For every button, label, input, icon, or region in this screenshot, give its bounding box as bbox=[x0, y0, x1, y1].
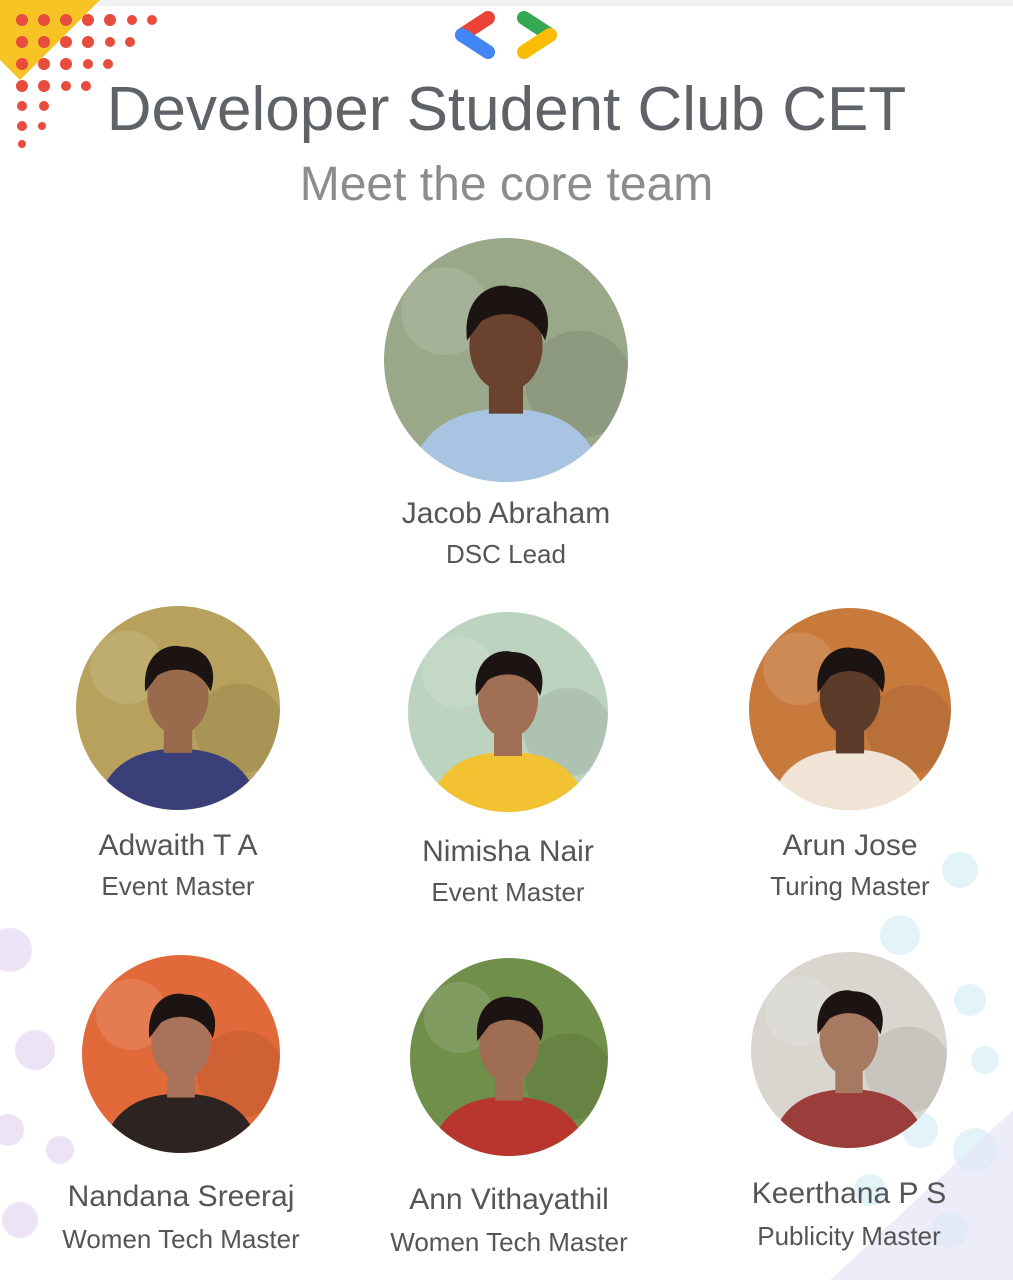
member-card-adwaith-t-a: Adwaith T A Event Master bbox=[48, 606, 308, 902]
dsc-brackets-logo-icon bbox=[455, 11, 557, 59]
member-name: Adwaith T A bbox=[98, 829, 258, 862]
avatar bbox=[410, 958, 608, 1156]
member-role: DSC Lead bbox=[446, 539, 566, 569]
member-name: Nandana Sreeraj bbox=[67, 1180, 295, 1213]
member-card-keerthana-p-s: Keerthana P S Publicity Master bbox=[718, 952, 980, 1252]
avatar bbox=[751, 952, 947, 1148]
member-card-ann-vithayathil: Ann Vithayathil Women Tech Master bbox=[366, 958, 652, 1258]
person-photo-icon bbox=[408, 612, 608, 812]
member-role: Event Master bbox=[101, 871, 255, 901]
person-photo-icon bbox=[410, 958, 608, 1156]
member-name: Jacob Abraham bbox=[401, 497, 611, 530]
person-photo-icon bbox=[751, 952, 947, 1148]
avatar bbox=[749, 608, 951, 810]
member-card-nimisha-nair: Nimisha Nair Event Master bbox=[378, 612, 638, 908]
member-card-jacob-abraham: Jacob Abraham DSC Lead bbox=[368, 238, 644, 570]
member-name: Keerthana P S bbox=[751, 1177, 947, 1210]
person-photo-icon bbox=[82, 955, 280, 1153]
member-name: Ann Vithayathil bbox=[409, 1183, 609, 1216]
member-role: Women Tech Master bbox=[390, 1227, 628, 1257]
member-name: Nimisha Nair bbox=[422, 835, 594, 868]
member-role: Publicity Master bbox=[757, 1221, 941, 1251]
person-photo-icon bbox=[384, 238, 628, 482]
member-name: Arun Jose bbox=[782, 829, 918, 862]
page-subtitle: Meet the core team bbox=[299, 158, 714, 211]
page-title: Developer Student Club CET bbox=[106, 75, 907, 144]
avatar bbox=[384, 238, 628, 482]
avatar bbox=[408, 612, 608, 812]
person-photo-icon bbox=[76, 606, 280, 810]
member-role: Turing Master bbox=[770, 871, 930, 901]
member-role: Women Tech Master bbox=[62, 1224, 300, 1254]
member-role: Event Master bbox=[431, 877, 585, 907]
member-card-nandana-sreeraj: Nandana Sreeraj Women Tech Master bbox=[40, 955, 322, 1255]
member-card-arun-jose: Arun Jose Turing Master bbox=[720, 608, 980, 902]
person-photo-icon bbox=[749, 608, 951, 810]
avatar bbox=[82, 955, 280, 1153]
avatar bbox=[76, 606, 280, 810]
